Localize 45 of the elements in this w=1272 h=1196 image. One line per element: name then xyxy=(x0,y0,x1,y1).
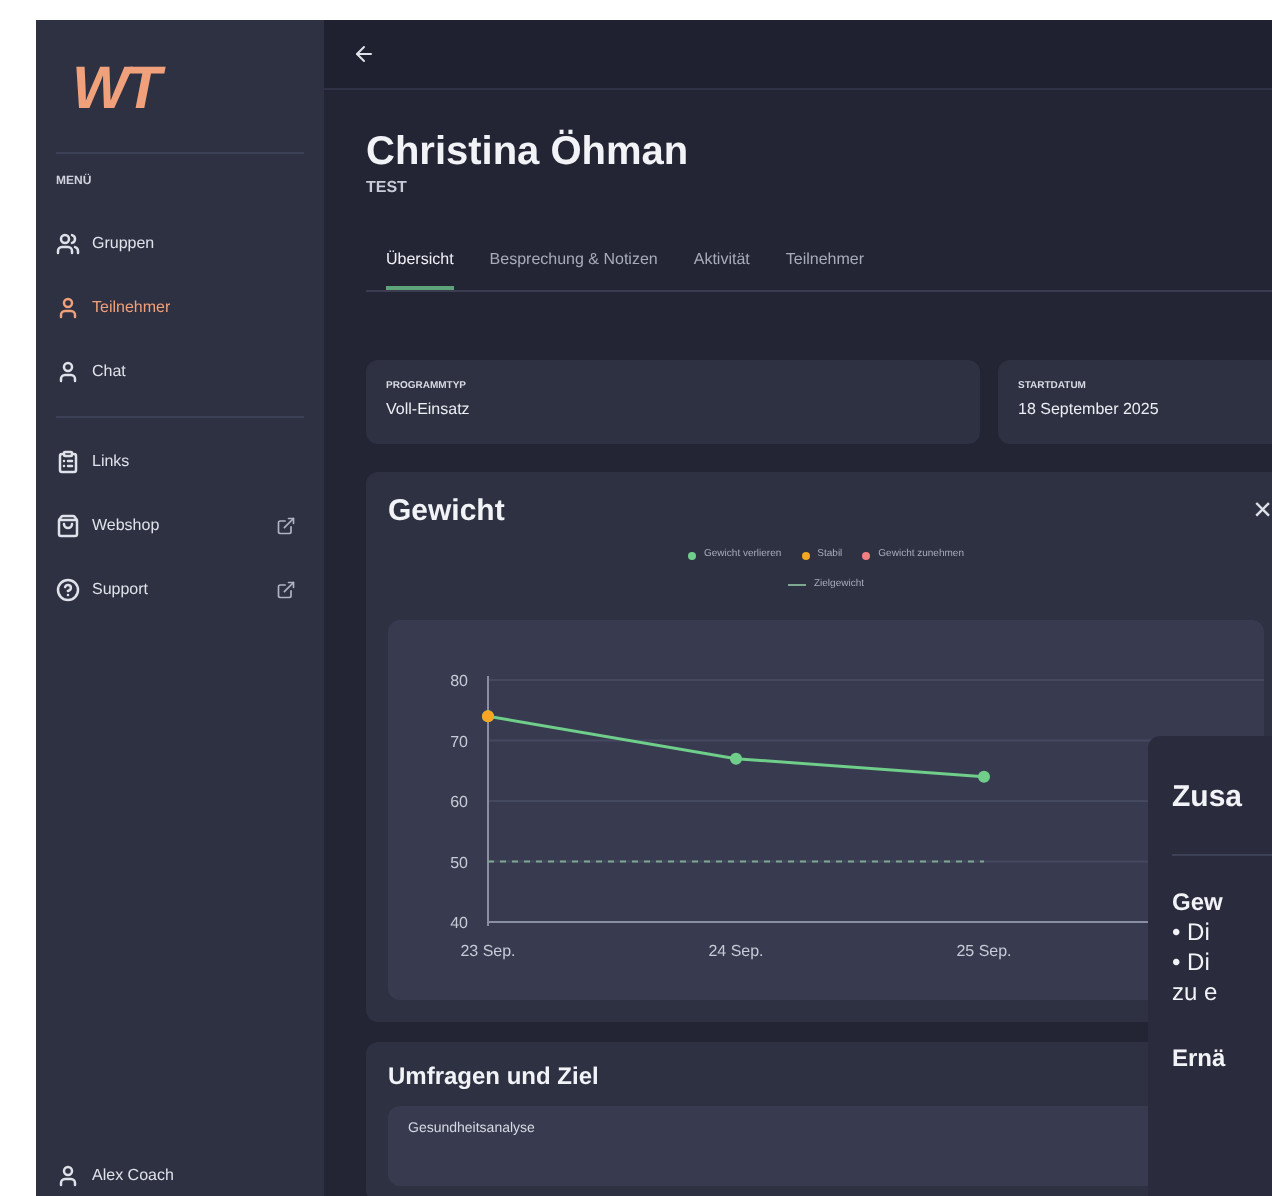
panel-text: • Di xyxy=(1172,947,1210,977)
card-title: Umfragen und Ziel xyxy=(388,1060,599,1094)
axis-label: 80 xyxy=(450,672,468,690)
participant-subtitle: TEST xyxy=(366,176,407,200)
external-link-icon xyxy=(276,516,296,536)
tab[interactable]: Teilnehmer xyxy=(785,248,865,290)
panel-heading: Ernä xyxy=(1172,1043,1226,1073)
axis-label: 25 Sep. xyxy=(956,942,1012,960)
sidebar-item[interactable]: Gruppen xyxy=(56,212,304,276)
tab[interactable]: Besprechung & Notizen xyxy=(489,248,658,290)
menu-icon xyxy=(56,360,80,384)
axis-label: 70 xyxy=(450,732,468,751)
close-button[interactable]: × xyxy=(1253,488,1272,536)
axis-label: 24 Sep. xyxy=(708,942,764,960)
sidebar-item[interactable]: Webshop xyxy=(56,494,304,558)
tab[interactable]: Aktivität xyxy=(693,248,750,290)
sidebar-item[interactable]: Support xyxy=(56,558,304,622)
axis-label: 23 Sep. xyxy=(460,942,516,960)
person-icon xyxy=(56,1164,80,1188)
info-value: 18 September 2025 xyxy=(1018,397,1159,421)
logo: WT xyxy=(56,60,158,120)
menu-icon xyxy=(56,296,80,320)
menu-icon xyxy=(56,514,80,538)
card-title: Gewicht xyxy=(388,491,505,532)
data-point xyxy=(730,752,742,765)
tab[interactable]: Übersicht xyxy=(386,248,454,290)
panel-text: zu e xyxy=(1172,977,1218,1007)
menu-icon xyxy=(56,232,80,256)
sidebar-item[interactable]: Teilnehmer xyxy=(56,276,304,340)
axis-label: 40 xyxy=(450,914,468,932)
back-button[interactable] xyxy=(352,42,376,66)
menu-icon xyxy=(56,578,80,602)
panel-text: • Di xyxy=(1172,917,1210,947)
user-profile[interactable]: Alex Coach xyxy=(56,1164,304,1188)
panel-title: Zusa xyxy=(1172,778,1243,818)
external-link-icon xyxy=(276,580,296,600)
sidebar-item[interactable]: Links xyxy=(56,430,304,494)
participant-name: Christina Öhman xyxy=(366,128,689,176)
panel-heading: Gew xyxy=(1172,887,1223,917)
axis-label: 60 xyxy=(450,793,468,811)
axis-label: 50 xyxy=(450,853,468,872)
info-value: Voll-Einsatz xyxy=(386,397,470,421)
sidebar-item[interactable]: Chat xyxy=(56,340,304,404)
menu-icon xyxy=(56,450,80,474)
data-point xyxy=(978,770,990,783)
